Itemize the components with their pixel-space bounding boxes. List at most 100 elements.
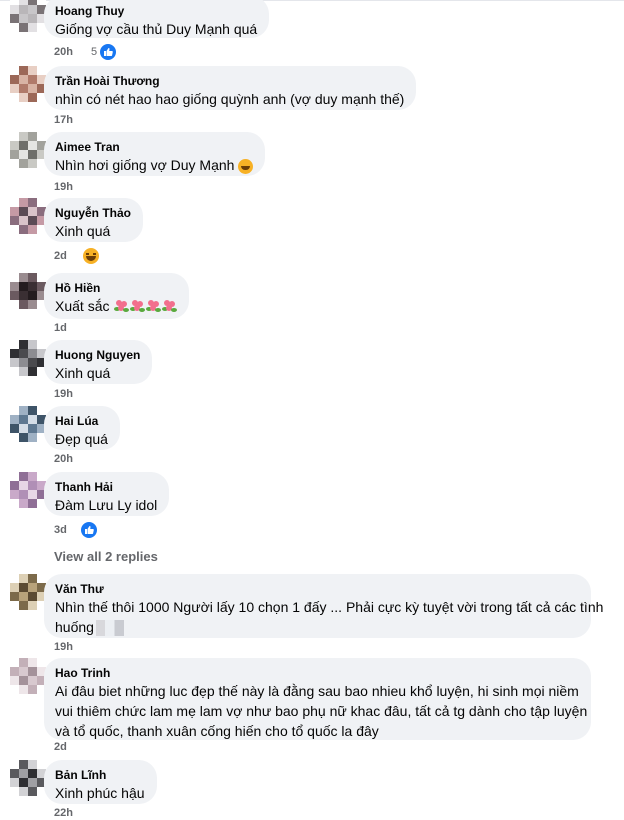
- avatar-pixel: [10, 207, 19, 216]
- avatar-pixel: [28, 760, 37, 769]
- avatar-pixel: [28, 574, 37, 583]
- comment-time[interactable]: 3d: [54, 523, 67, 537]
- comment-author[interactable]: Aimee Tran: [55, 139, 253, 155]
- reaction-summary[interactable]: [80, 522, 97, 538]
- avatar-pixel: [10, 778, 19, 787]
- avatar-pixel: [10, 601, 19, 610]
- avatar[interactable]: [10, 406, 46, 442]
- avatar[interactable]: [10, 198, 46, 234]
- avatar[interactable]: [10, 132, 46, 168]
- avatar-pixel: [19, 358, 28, 367]
- avatar[interactable]: [10, 66, 46, 102]
- avatar-pixel: [28, 592, 37, 601]
- avatar-pixel: [28, 216, 37, 225]
- comment-text: nhìn có nét hao hao giống quỳnh anh (vợ …: [55, 91, 405, 107]
- avatar-pixel: [10, 769, 19, 778]
- avatar-pixel: [37, 273, 46, 282]
- comment-author[interactable]: Hoang Thuy: [55, 3, 257, 19]
- avatar[interactable]: [10, 340, 46, 376]
- avatar-pixel: [19, 282, 28, 291]
- comment-meta: 22h: [54, 806, 73, 820]
- avatar-pixel: [10, 14, 19, 23]
- reaction-summary[interactable]: 5: [91, 44, 117, 60]
- avatar-pixel: [28, 433, 37, 442]
- avatar-pixel: [37, 472, 46, 481]
- comment-text: Nhìn thế thôi 1000 Người lấy 10 chọn 1 đ…: [55, 599, 604, 615]
- avatar[interactable]: [10, 658, 46, 694]
- avatar-pixel: [10, 198, 19, 207]
- comment-meta: 2d: [54, 249, 67, 263]
- comment-text: Ai đâu biet những luc đẹp thế này là đằn…: [55, 683, 579, 699]
- avatar-pixel: [10, 667, 19, 676]
- avatar-pixel: [19, 658, 28, 667]
- comment-author[interactable]: Nguyễn Thảo: [55, 205, 131, 221]
- comment-time[interactable]: 20h: [54, 45, 73, 59]
- comment-time[interactable]: 22h: [54, 806, 73, 820]
- comment-text: Xuất sắc: [55, 296, 178, 316]
- avatar[interactable]: [10, 574, 46, 610]
- comment-time[interactable]: 2d: [54, 740, 67, 754]
- flower-emoji: [146, 299, 162, 313]
- comment-time[interactable]: 2d: [54, 249, 67, 263]
- avatar-pixel: [37, 198, 46, 207]
- comment-bubble: Nguyễn Thảo Xinh quá: [44, 198, 144, 242]
- like-icon: [80, 522, 97, 538]
- avatar-pixel: [19, 481, 28, 490]
- avatar-pixel: [10, 75, 19, 84]
- avatar-pixel: [37, 66, 46, 75]
- avatar-pixel: [10, 481, 19, 490]
- comment-author[interactable]: Hồ Hiền: [55, 280, 177, 296]
- comment-text: Xinh quá: [55, 223, 111, 239]
- avatar-pixel: [28, 23, 37, 32]
- avatar-pixel: [10, 340, 19, 349]
- comment-meta: 19h: [54, 180, 73, 194]
- comment-author[interactable]: Hai Lúa: [55, 413, 108, 429]
- avatar-pixel: [19, 583, 28, 592]
- avatar-pixel: [10, 349, 19, 358]
- avatar[interactable]: [10, 0, 46, 32]
- comment-text: Nhìn hơi giống vợ Duy Mạnh: [55, 155, 254, 175]
- avatar-pixel: [28, 499, 37, 508]
- avatar-pixel: [37, 574, 46, 583]
- avatar-pixel: [19, 93, 28, 102]
- haha-react-icon[interactable]: [83, 248, 99, 264]
- avatar-pixel: [10, 592, 19, 601]
- avatar-pixel: [19, 23, 28, 32]
- comment-author[interactable]: Văn Thư: [55, 581, 579, 597]
- avatar-pixel: [10, 225, 19, 234]
- avatar-pixel: [19, 760, 28, 769]
- comment-time[interactable]: 17h: [54, 113, 73, 127]
- avatar[interactable]: [10, 472, 46, 508]
- avatar-pixel: [10, 367, 19, 376]
- avatar-pixel: [28, 658, 37, 667]
- avatar-pixel: [19, 406, 28, 415]
- avatar-pixel: [19, 778, 28, 787]
- avatar-pixel: [19, 225, 28, 234]
- comment-time[interactable]: 1d: [54, 321, 67, 335]
- comment-time[interactable]: 19h: [54, 387, 73, 401]
- avatar-pixel: [10, 291, 19, 300]
- avatar-pixel: [19, 273, 28, 282]
- avatar-pixel: [28, 472, 37, 481]
- avatar-pixel: [37, 340, 46, 349]
- comment-author[interactable]: Bản Lĩnh: [55, 767, 145, 783]
- comment-time[interactable]: 19h: [54, 640, 73, 654]
- avatar[interactable]: [10, 760, 46, 796]
- flower-emoji: [162, 299, 178, 313]
- comment-time[interactable]: 19h: [54, 180, 73, 194]
- comment-time[interactable]: 20h: [54, 452, 73, 466]
- avatar-pixel: [19, 367, 28, 376]
- avatar-pixel: [19, 84, 28, 93]
- laughing-emoji: [238, 158, 254, 174]
- avatar[interactable]: [10, 273, 46, 309]
- avatar-pixel: [28, 424, 37, 433]
- comment-author[interactable]: Thanh Hải: [55, 479, 157, 495]
- comment-bubble: Huong Nguyen Xinh quá: [44, 340, 153, 384]
- comment-author[interactable]: Trần Hoài Thương: [55, 73, 404, 89]
- comment-author[interactable]: Huong Nguyen: [55, 347, 140, 363]
- view-replies-link[interactable]: View all 2 replies: [54, 549, 158, 565]
- avatar-pixel: [28, 75, 37, 84]
- attachment-thumbnail[interactable]: [95, 620, 124, 636]
- avatar-pixel: [10, 282, 19, 291]
- comment-author[interactable]: Hao Trinh: [55, 665, 579, 681]
